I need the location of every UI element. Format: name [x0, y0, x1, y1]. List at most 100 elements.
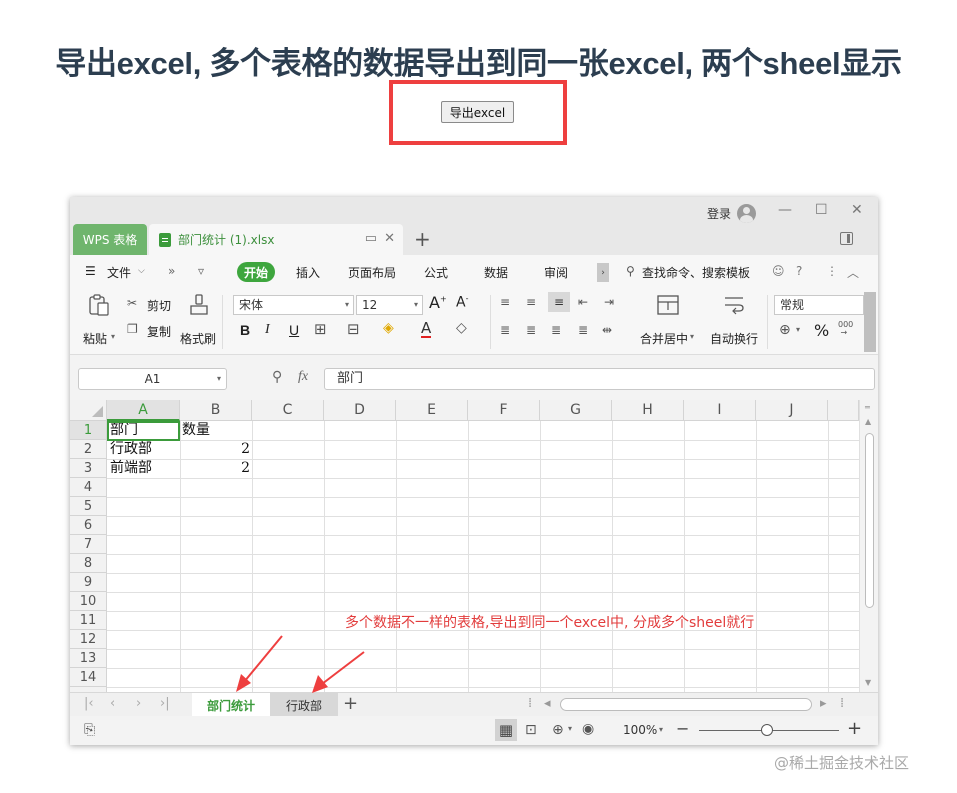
sheet-tab-dept-stats[interactable]: 部门统计 — [192, 693, 270, 717]
italic-button[interactable]: I — [265, 322, 270, 338]
next-sheet-icon[interactable]: › — [136, 696, 141, 711]
hscroll-right-icon[interactable]: ▸ — [820, 696, 827, 711]
reading-mode-icon[interactable]: ⊕ — [552, 722, 564, 738]
menu-data[interactable]: 数据 — [484, 264, 508, 281]
zoom-search-icon[interactable]: ⚲ — [272, 369, 282, 385]
maximize-icon[interactable]: ☐ — [815, 202, 828, 218]
number-format-select[interactable]: 常规 — [774, 295, 864, 315]
fill-color-icon[interactable]: ◈ — [383, 320, 394, 336]
hscroll-left-icon[interactable]: ◂ — [544, 696, 551, 711]
format-painter-label[interactable]: 格式刷 — [180, 330, 216, 347]
spreadsheet-grid[interactable]: A B C D E F G H I J 1 2 3 4 5 6 7 8 9 10… — [70, 400, 878, 692]
select-all-corner[interactable] — [70, 400, 107, 421]
add-sheet-icon[interactable]: + — [343, 693, 358, 714]
vertical-scrollbar[interactable]: ═ ▲ ▼ — [859, 400, 878, 692]
menu-formula[interactable]: 公式 — [424, 264, 448, 281]
row-header-12[interactable]: 12 — [70, 630, 107, 649]
wrap-text-icon[interactable] — [722, 294, 746, 316]
minimize-icon[interactable]: — — [778, 202, 792, 218]
cell-a3[interactable]: 前端部 — [110, 459, 178, 478]
paste-dropdown-icon[interactable]: ▾ — [111, 332, 115, 341]
border-icon[interactable]: ⊞ — [314, 320, 327, 338]
menu-start-tab[interactable]: 开始 — [237, 262, 275, 282]
login-area[interactable]: 登录 — [707, 204, 757, 223]
vertical-scroll-thumb[interactable] — [865, 433, 874, 608]
scroll-split-icon[interactable]: ═ — [865, 403, 870, 412]
paste-label[interactable]: 粘贴 — [83, 330, 107, 347]
wrap-text-label[interactable]: 自动换行 — [710, 330, 758, 347]
indent-decrease-icon[interactable]: ⇤ — [578, 295, 588, 309]
prev-sheet-icon[interactable]: ‹ — [110, 696, 115, 711]
column-header-h[interactable]: H — [612, 400, 684, 421]
side-panel-icon[interactable] — [840, 232, 853, 245]
align-middle-icon[interactable]: ≡ — [526, 295, 536, 309]
horizontal-scroll-thumb[interactable] — [560, 698, 812, 711]
cell-style-icon[interactable]: ⊟ — [347, 320, 360, 338]
dropdown-triangle-icon[interactable]: ▿ — [198, 264, 204, 278]
align-bottom-icon[interactable]: ≡ — [548, 292, 570, 312]
align-right-icon[interactable]: ≣ — [551, 323, 561, 337]
menu-scroll-right-icon[interactable]: › — [597, 263, 609, 282]
scissors-icon[interactable]: ✂ — [127, 296, 137, 310]
justify-icon[interactable]: ≣ — [578, 323, 588, 337]
export-excel-button[interactable]: 导出excel — [441, 101, 514, 123]
row-header-8[interactable]: 8 — [70, 554, 107, 573]
tab-split-icon[interactable]: ⁞ — [528, 696, 532, 711]
row-header-6[interactable]: 6 — [70, 516, 107, 535]
align-center-icon[interactable]: ≣ — [526, 323, 536, 337]
screen-icon[interactable]: ▭ — [365, 231, 377, 246]
indent-increase-icon[interactable]: ⇥ — [604, 295, 614, 309]
thousands-icon[interactable]: 000 → — [838, 321, 853, 337]
cell-b1[interactable]: 数量 — [182, 421, 250, 440]
page-break-view-icon[interactable]: ⊡ — [525, 722, 537, 738]
column-header-b[interactable]: B — [180, 400, 252, 421]
menu-insert[interactable]: 插入 — [296, 264, 320, 281]
copy-icon[interactable]: ❐ — [127, 322, 138, 336]
cut-label[interactable]: 剪切 — [147, 297, 171, 314]
align-left-icon[interactable]: ≣ — [500, 323, 510, 337]
row-header-2[interactable]: 2 — [70, 440, 107, 459]
chevron-down-icon[interactable]: ⌵ — [138, 266, 145, 276]
copy-label[interactable]: 复制 — [147, 323, 171, 340]
currency-dropdown-icon[interactable]: ▾ — [796, 325, 800, 334]
eye-protection-icon[interactable]: ◉ — [582, 721, 594, 737]
emoji-icon[interactable]: ☺ — [772, 264, 785, 278]
zoom-in-icon[interactable]: + — [847, 718, 862, 739]
collapse-ribbon-icon[interactable]: ︿ — [847, 264, 859, 281]
row-header-1[interactable]: 1 — [70, 421, 107, 440]
close-tab-icon[interactable]: ✕ — [384, 231, 395, 246]
menu-file[interactable]: 文件 — [107, 264, 131, 281]
column-header-i[interactable]: I — [684, 400, 756, 421]
row-header-10[interactable]: 10 — [70, 592, 107, 611]
format-painter-icon[interactable] — [188, 294, 212, 316]
command-search[interactable]: 查找命令、搜索模板 — [642, 264, 750, 281]
underline-button[interactable]: U — [289, 322, 299, 338]
column-header-a[interactable]: A — [107, 400, 180, 421]
merge-dropdown-icon[interactable]: ▾ — [690, 332, 694, 341]
zoom-dropdown-icon[interactable]: ▾ — [659, 725, 663, 734]
zoom-out-icon[interactable]: − — [676, 719, 689, 738]
app-tab-wps[interactable]: WPS 表格 — [73, 224, 147, 255]
align-top-icon[interactable]: ≡ — [500, 295, 510, 309]
eraser-icon[interactable]: ◇ — [456, 320, 467, 336]
distribute-icon[interactable]: ⇹ — [602, 323, 612, 337]
document-tab[interactable]: 部门统计 (1).xlsx ▭ ✕ — [149, 224, 403, 255]
more-icon[interactable]: ⋮ — [826, 264, 838, 278]
hamburger-icon[interactable]: ☰ — [85, 264, 96, 278]
first-sheet-icon[interactable]: |‹ — [84, 696, 94, 711]
close-window-icon[interactable]: ✕ — [851, 202, 863, 218]
hscroll-end-icon[interactable]: ⁞ — [840, 696, 844, 711]
formula-input[interactable]: 部门 — [324, 368, 875, 390]
paste-icon[interactable] — [87, 294, 111, 316]
font-family-select[interactable]: 宋体 ▾ — [233, 295, 354, 315]
name-box[interactable]: A1 ▾ — [78, 368, 227, 390]
fx-icon[interactable]: fx — [298, 369, 308, 385]
zoom-slider-knob[interactable] — [761, 724, 773, 736]
new-tab-icon[interactable]: + — [414, 227, 431, 251]
column-header-j[interactable]: J — [756, 400, 828, 421]
ribbon-scroll-right[interactable] — [864, 292, 876, 352]
scroll-up-icon[interactable]: ▲ — [865, 417, 871, 426]
zoom-level[interactable]: 100% — [623, 723, 657, 737]
menu-page-layout[interactable]: 页面布局 — [348, 264, 396, 281]
column-header-g[interactable]: G — [540, 400, 612, 421]
